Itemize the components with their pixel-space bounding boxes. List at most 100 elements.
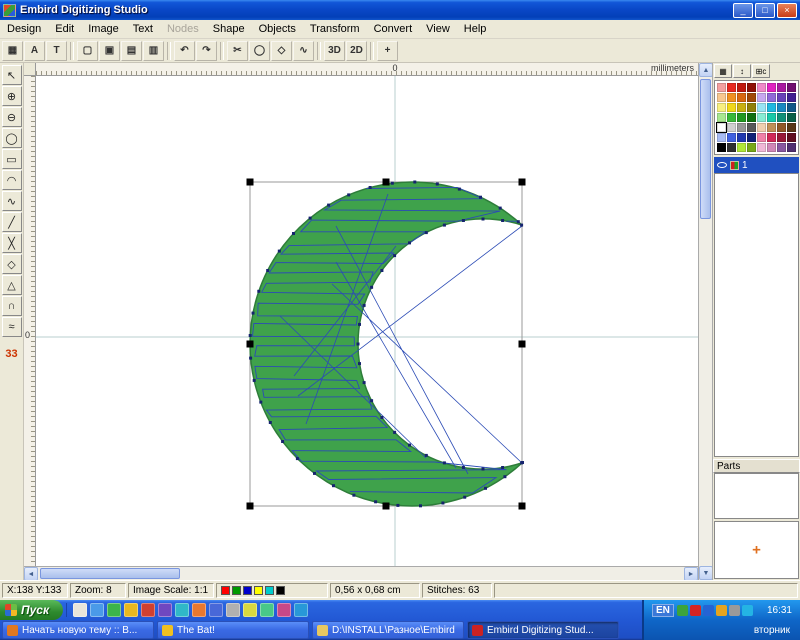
rectangle-tool-icon[interactable]: ▭ (2, 149, 22, 169)
palette-swatch[interactable] (737, 123, 746, 132)
new-file-icon[interactable]: ▢ (77, 41, 98, 61)
palette-swatch[interactable] (787, 113, 796, 122)
palette-swatch[interactable] (737, 113, 746, 122)
selection-handle[interactable] (519, 341, 526, 348)
selection-handle[interactable] (383, 503, 390, 510)
selection-handle[interactable] (383, 179, 390, 186)
menu-edit[interactable]: Edit (48, 20, 81, 38)
palette-swatch[interactable] (777, 133, 786, 142)
quicklaunch-icon-8[interactable] (192, 603, 206, 617)
palette-swatch[interactable] (717, 103, 726, 112)
taskbar-task-button[interactable]: Начать новую тему :: В... (2, 621, 154, 639)
tray-icon-2[interactable] (690, 605, 701, 616)
redo-icon[interactable]: ↷ (196, 41, 217, 61)
maximize-button[interactable]: □ (755, 3, 775, 18)
palette-swatch[interactable] (717, 123, 726, 132)
view-3d-icon[interactable]: 3D (324, 41, 345, 61)
visibility-icon[interactable] (717, 162, 727, 168)
quicklaunch-icon-7[interactable] (175, 603, 189, 617)
wave-tool-icon[interactable]: ∿ (2, 191, 22, 211)
menu-image[interactable]: Image (81, 20, 126, 38)
quicklaunch-icon-5[interactable] (141, 603, 155, 617)
undo-icon[interactable]: ↶ (174, 41, 195, 61)
palette-swatch[interactable] (747, 103, 756, 112)
palette-swatch[interactable] (757, 83, 766, 92)
menu-text[interactable]: Text (126, 20, 160, 38)
palette-swatch[interactable] (777, 103, 786, 112)
arc-tool-icon[interactable]: ◠ (2, 170, 22, 190)
palette-swatch[interactable] (767, 133, 776, 142)
save-file-icon[interactable]: ▤ (121, 41, 142, 61)
palette-swatch[interactable] (737, 83, 746, 92)
palette-swatch[interactable] (747, 93, 756, 102)
palette-swatch[interactable] (757, 123, 766, 132)
palette-swatch[interactable] (737, 143, 746, 152)
menu-shape[interactable]: Shape (206, 20, 252, 38)
object-list-selected-row[interactable]: 1 (714, 157, 799, 173)
palette-swatch[interactable] (757, 103, 766, 112)
node-grid-icon[interactable]: ▦ (2, 41, 23, 61)
quicklaunch-icon-10[interactable] (226, 603, 240, 617)
palette-swatch[interactable] (727, 143, 736, 152)
taskbar-task-button[interactable]: The Bat! (157, 621, 309, 639)
polygon-shape-icon[interactable]: ◇ (271, 41, 292, 61)
quicklaunch-icon-1[interactable] (73, 603, 87, 617)
zoom-in-icon[interactable]: ⊕ (2, 86, 22, 106)
palette-columns-button[interactable]: ⊞c (752, 64, 770, 78)
palette-swatch[interactable] (747, 123, 756, 132)
palette-swatch[interactable] (777, 123, 786, 132)
quicklaunch-icon-14[interactable] (294, 603, 308, 617)
palette-swatch[interactable] (777, 83, 786, 92)
palette-swatch[interactable] (737, 103, 746, 112)
quicklaunch-icon-9[interactable] (209, 603, 223, 617)
quicklaunch-icon-11[interactable] (243, 603, 257, 617)
palette-swatch[interactable] (787, 123, 796, 132)
palette-swatch[interactable] (717, 133, 726, 142)
crescent-design-object[interactable] (250, 182, 522, 506)
language-indicator[interactable]: EN (652, 604, 674, 617)
taskbar-task-button[interactable]: D:\INSTALL\Разное\Embird (312, 621, 464, 639)
palette-swatch[interactable] (717, 83, 726, 92)
palette-swatch[interactable] (727, 93, 736, 102)
palette-swatch[interactable] (767, 143, 776, 152)
scroll-left-arrow[interactable]: ◄ (24, 567, 38, 581)
taskbar-task-button[interactable]: Embird Digitizing Stud... (467, 621, 619, 639)
palette-swatch[interactable] (777, 113, 786, 122)
palette-swatch[interactable] (787, 143, 796, 152)
tray-icon-4[interactable] (716, 605, 727, 616)
palette-swatch[interactable] (747, 143, 756, 152)
text-a-icon[interactable]: A (24, 41, 45, 61)
palette-swatch[interactable] (727, 133, 736, 142)
horizontal-scroll-track[interactable] (38, 567, 684, 580)
close-button[interactable]: × (777, 3, 797, 18)
palette-swatch[interactable] (737, 93, 746, 102)
ellipse-tool-icon[interactable]: ◯ (2, 128, 22, 148)
palette-swatch[interactable] (747, 83, 756, 92)
scroll-right-arrow[interactable]: ► (684, 567, 698, 581)
import-file-icon[interactable]: ▥ (143, 41, 164, 61)
triangle-tool-icon[interactable]: △ (2, 275, 22, 295)
palette-swatch[interactable] (757, 133, 766, 142)
center-design-icon[interactable]: + (377, 41, 398, 61)
diamond-tool-icon[interactable]: ◇ (2, 254, 22, 274)
palette-swatch[interactable] (787, 93, 796, 102)
menu-design[interactable]: Design (0, 20, 48, 38)
quicklaunch-icon-2[interactable] (90, 603, 104, 617)
thread-palette-button[interactable]: ▦ (714, 64, 732, 78)
titlebar[interactable]: Embird Digitizing Studio _ □ × (0, 0, 800, 20)
line-tool-icon[interactable]: ╱ (2, 212, 22, 232)
vertical-scroll-track[interactable] (699, 77, 712, 566)
text-t-icon[interactable]: T (46, 41, 67, 61)
minimize-button[interactable]: _ (733, 3, 753, 18)
palette-swatch[interactable] (767, 113, 776, 122)
object-list[interactable] (714, 173, 799, 457)
scissors-icon[interactable]: ✂ (227, 41, 248, 61)
open-file-icon[interactable]: ▣ (99, 41, 120, 61)
ripple-tool-icon[interactable]: ≈ (2, 317, 22, 337)
palette-swatch[interactable] (727, 103, 736, 112)
selection-handle[interactable] (519, 179, 526, 186)
palette-swatch[interactable] (717, 113, 726, 122)
scroll-up-arrow[interactable]: ▲ (699, 63, 713, 77)
palette-swatch[interactable] (757, 143, 766, 152)
menu-convert[interactable]: Convert (367, 20, 420, 38)
